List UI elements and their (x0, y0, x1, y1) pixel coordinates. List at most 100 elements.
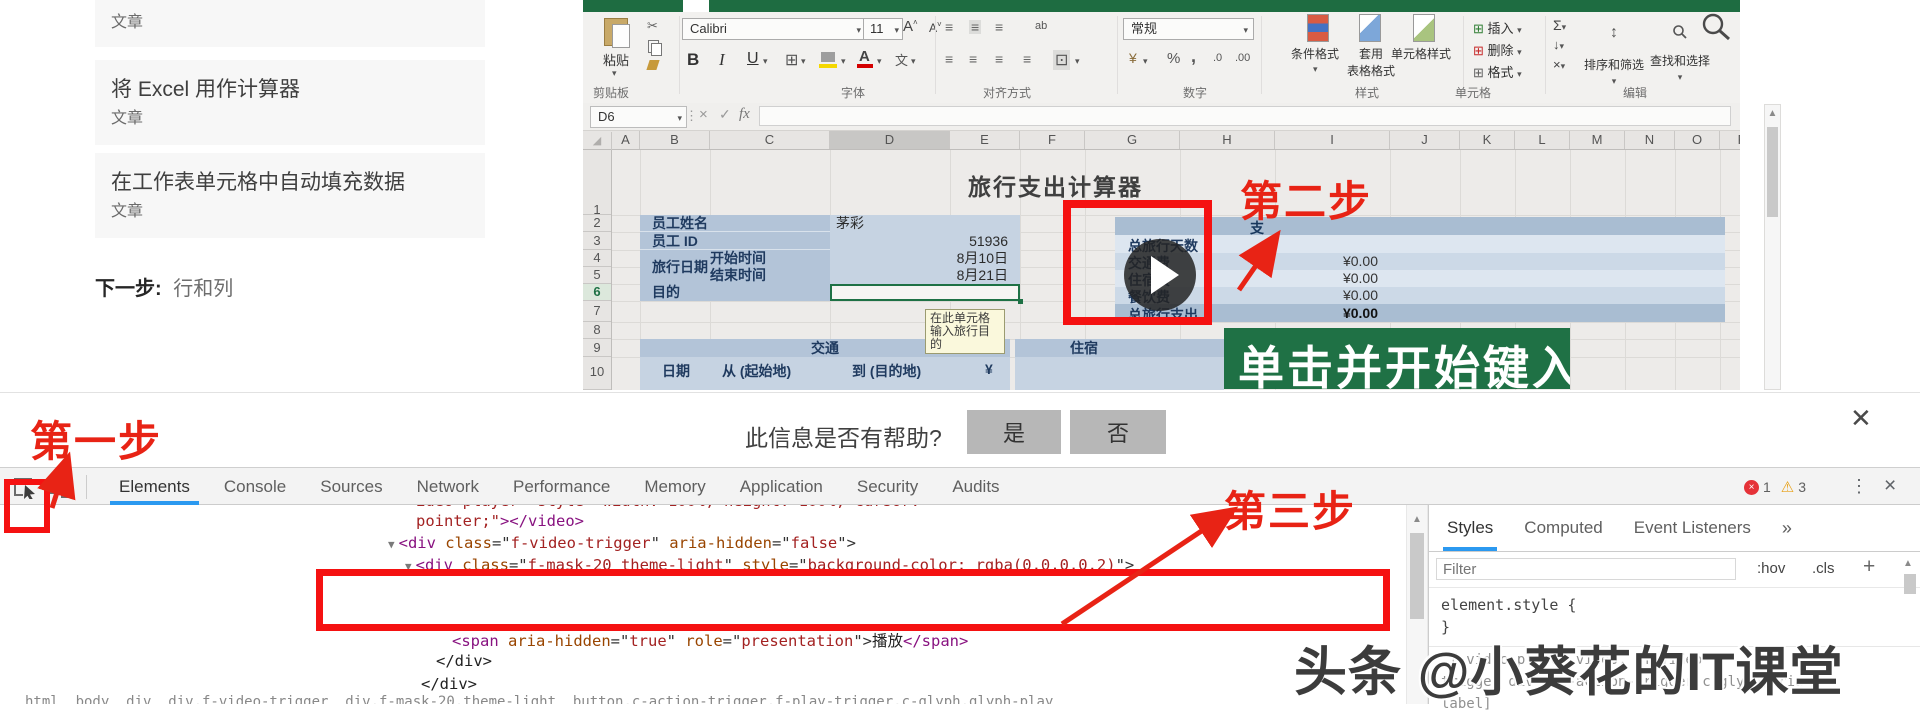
devtools-code-line[interactable]: <span aria-hidden="true" role="presentat… (452, 629, 968, 651)
caret-down-icon[interactable]: ▾ (877, 56, 882, 67)
scrollbar-thumb[interactable] (1904, 574, 1916, 594)
column-header[interactable]: P (1720, 131, 1740, 149)
column-header[interactable]: N (1625, 131, 1675, 149)
column-header[interactable]: G (1085, 131, 1180, 149)
format-as-table-button[interactable]: 套用 表格格式 (1345, 45, 1397, 79)
column-header[interactable]: K (1460, 131, 1515, 149)
decrease-decimal-icon[interactable]: .00 (1235, 52, 1250, 64)
cell[interactable]: 8月10日 (830, 250, 1020, 267)
increase-font-icon[interactable]: A˄ (903, 18, 918, 35)
fill-color-icon[interactable] (821, 52, 835, 62)
row-header[interactable]: 1 (583, 150, 611, 217)
zoom-icon[interactable] (1700, 12, 1732, 42)
indent-icon[interactable]: ≡ (1023, 52, 1031, 66)
wrap-text-icon[interactable]: ab (1035, 20, 1047, 32)
phonetic-icon[interactable]: 文 (895, 50, 908, 69)
enter-icon[interactable]: ✓ (719, 106, 731, 123)
caret-down-icon[interactable]: ▾ (1143, 56, 1148, 67)
fx-icon[interactable]: fx (739, 106, 750, 123)
cell[interactable]: 目的 (640, 284, 830, 301)
close-icon[interactable]: ✕ (1850, 403, 1872, 434)
align-bottom-icon[interactable]: ≡ (995, 20, 1003, 34)
merge-center-icon[interactable]: ⊡ (1053, 50, 1071, 70)
fill-button[interactable]: ↓▾ (1553, 37, 1564, 52)
row-header[interactable]: 8 (583, 322, 611, 339)
font-size-select[interactable]: 11 ▾ (863, 18, 903, 40)
cls-toggle[interactable]: .cls (1812, 560, 1835, 577)
devtools-code-line[interactable]: </div> (436, 652, 492, 670)
device-toolbar-icon[interactable] (48, 477, 73, 498)
tab-console[interactable]: Console (207, 468, 303, 505)
caret-down-icon[interactable]: ▾ (841, 56, 846, 67)
tab-sources[interactable]: Sources (303, 468, 399, 505)
row-header[interactable]: 4 (583, 250, 611, 267)
format-painter-icon[interactable] (646, 60, 660, 70)
row-header[interactable]: 3 (583, 232, 611, 250)
tab-computed[interactable]: Computed (1524, 505, 1602, 551)
align-middle-icon[interactable]: ≡ (969, 20, 982, 34)
scrollbar-thumb[interactable] (1767, 127, 1778, 217)
row-header[interactable]: 7 (583, 301, 611, 322)
list-item[interactable]: 在工作表单元格中自动填充数据 文章 (95, 153, 485, 238)
feedback-yes-button[interactable]: 是 (967, 410, 1061, 454)
caret-down-icon[interactable]: ▾ (911, 56, 916, 67)
format-as-table-icon[interactable] (1359, 14, 1381, 42)
devtools-menu-icon[interactable]: ⋮ (1850, 476, 1868, 497)
align-right-icon[interactable]: ≡ (995, 52, 1003, 66)
column-header[interactable]: C (710, 131, 830, 149)
row-header[interactable]: 6 (583, 284, 611, 301)
hov-toggle[interactable]: :hov (1757, 560, 1785, 577)
select-all-corner[interactable]: ◢ (583, 132, 612, 150)
new-rule-button[interactable]: + (1863, 555, 1875, 579)
conditional-format-icon[interactable] (1307, 14, 1329, 42)
styles-filter-input[interactable] (1436, 558, 1736, 580)
devtools-code-line[interactable]: pointer;"></video> (416, 512, 584, 530)
excel-video-frame[interactable]: 粘贴 ▾ ✂ 剪贴板 Calibri ▾ 11 ▾ A˄ A˅ B I U ▾ … (583, 0, 1740, 390)
row-header[interactable]: 2 (583, 215, 611, 232)
increase-decimal-icon[interactable]: .0 (1213, 52, 1222, 64)
column-header[interactable]: E (950, 131, 1020, 149)
row-header[interactable]: 9 (583, 339, 611, 357)
column-header[interactable]: O (1675, 131, 1720, 149)
column-header[interactable]: A (612, 131, 640, 149)
italic-button[interactable]: I (719, 50, 725, 70)
element-style-rule[interactable]: element.style { (1441, 596, 1576, 614)
comma-style-icon[interactable]: , (1191, 46, 1196, 67)
column-header[interactable]: I (1275, 131, 1390, 149)
bold-button[interactable]: B (687, 50, 699, 70)
underline-button[interactable]: U (747, 50, 759, 68)
devtools-breadcrumb[interactable]: html body div div.f-video-trigger div.f-… (25, 694, 1053, 704)
cell[interactable]: 51936 (830, 232, 1020, 250)
row-header[interactable]: 10 (583, 357, 611, 390)
expand-arrow-icon[interactable]: ▼ (388, 538, 395, 551)
clear-button[interactable]: ×▾ (1553, 57, 1565, 72)
cell[interactable]: 员工姓名 (640, 215, 830, 232)
sort-filter-button[interactable]: ↕ 排序和筛选 ▾ (1583, 24, 1645, 87)
cell-styles-button[interactable]: 单元格样式 (1391, 45, 1451, 62)
cell[interactable]: 开始时间 (710, 250, 830, 267)
list-item[interactable]: 打印工作表或工作簿 文章 (95, 0, 485, 47)
align-center-icon[interactable]: ≡ (969, 52, 977, 66)
column-header[interactable]: J (1390, 131, 1460, 149)
scroll-up-icon[interactable]: ▲ (1903, 558, 1913, 569)
tab-performance[interactable]: Performance (496, 468, 627, 505)
currency-icon[interactable]: ¥ (1129, 50, 1137, 66)
formula-input[interactable] (759, 106, 1731, 126)
caret-down-icon[interactable]: ▾ (763, 56, 768, 67)
article-title[interactable]: 在工作表单元格中自动填充数据 (111, 166, 405, 196)
paste-button[interactable]: 粘贴 ▾ (592, 16, 640, 82)
error-badge[interactable]: × 1 ⚠ 3 (1744, 478, 1806, 496)
column-header[interactable]: B (640, 131, 710, 149)
cell[interactable]: 茅彩 (830, 215, 1020, 232)
tab-memory[interactable]: Memory (627, 468, 722, 505)
cell[interactable]: 8月21日 (830, 267, 1020, 284)
scrollbar-thumb[interactable] (1410, 533, 1424, 619)
cell-styles-icon[interactable] (1413, 14, 1435, 42)
percent-icon[interactable]: % (1167, 50, 1180, 67)
tab-elements[interactable]: Elements (102, 468, 207, 505)
row-header[interactable]: 5 (583, 267, 611, 284)
scroll-up-icon[interactable]: ▲ (1407, 514, 1427, 525)
article-title[interactable]: 将 Excel 用作计算器 (111, 73, 300, 103)
align-top-icon[interactable]: ≡ (945, 20, 953, 34)
tab-audits[interactable]: Audits (935, 468, 1016, 505)
